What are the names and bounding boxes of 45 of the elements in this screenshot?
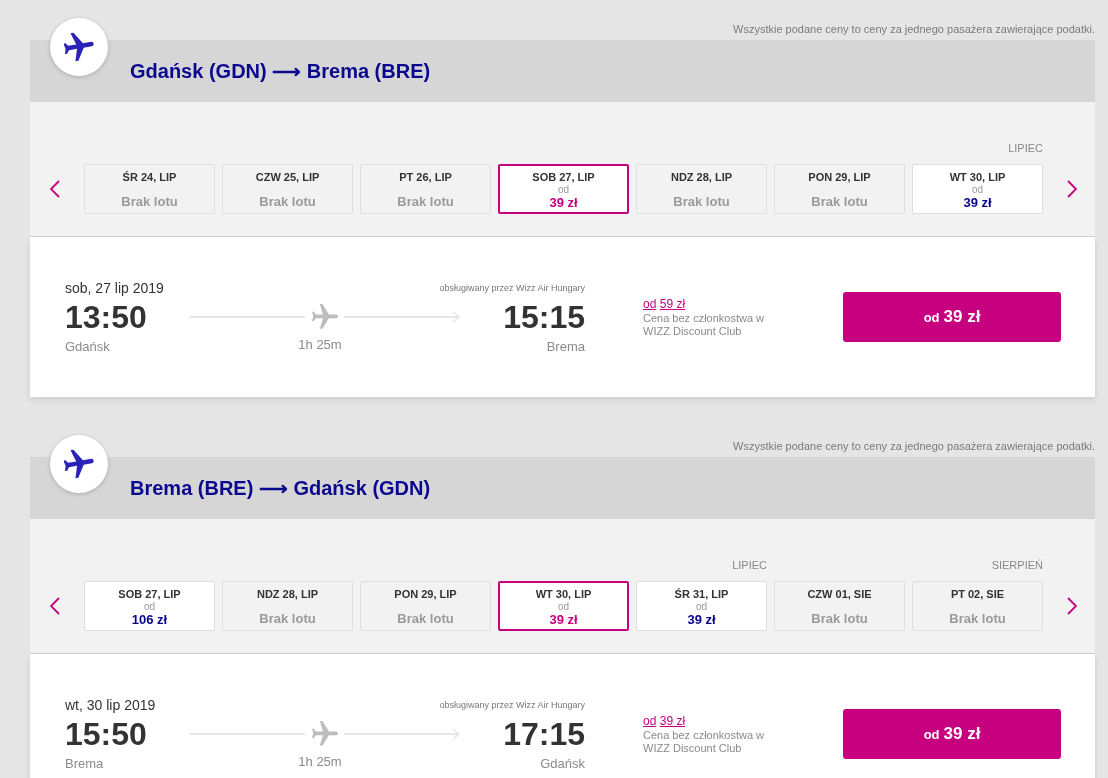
- fare-button[interactable]: od 39 zł: [843, 709, 1061, 759]
- plane-icon: [312, 721, 338, 747]
- month-label: SIERPIEŃ: [991, 558, 1043, 573]
- arrival-city: Brema: [546, 339, 585, 355]
- flight-duration: 1h 25m: [298, 337, 342, 353]
- club-price-link[interactable]: od 39 zł: [643, 713, 686, 729]
- route-title: Brema (BRE) ⟶ Gdańsk (GDN): [130, 476, 431, 501]
- month-label: LIPIEC: [732, 558, 767, 573]
- departure-time: 13:50: [65, 298, 147, 336]
- date-option[interactable]: SOB 27, LIP od 106 zł: [84, 581, 215, 631]
- date-option[interactable]: PON 29, LIP Brak lotu: [774, 164, 905, 214]
- club-price-note: Cena bez członkostwa w WIZZ Discount Club: [643, 311, 766, 338]
- date-option[interactable]: PT 02, SIE Brak lotu: [912, 581, 1043, 631]
- flight-date: sob, 27 lip 2019: [65, 279, 164, 297]
- departure-city: Gdańsk: [65, 339, 110, 355]
- date-option[interactable]: PON 29, LIP Brak lotu: [360, 581, 491, 631]
- date-option[interactable]: ŚR 24, LIP Brak lotu: [84, 164, 215, 214]
- departure-city: Brema: [65, 756, 104, 772]
- route-title: Gdańsk (GDN) ⟶ Brema (BRE): [130, 59, 431, 84]
- arrival-time: 17:15: [503, 715, 585, 753]
- arrival-city: Gdańsk: [540, 756, 585, 772]
- date-option[interactable]: NDZ 28, LIP Brak lotu: [222, 581, 353, 631]
- date-option[interactable]: PT 26, LIP Brak lotu: [360, 164, 491, 214]
- date-option[interactable]: NDZ 28, LIP Brak lotu: [636, 164, 767, 214]
- month-label: LIPIEC: [1008, 141, 1043, 156]
- operator-note: obsługiwany przez Wizz Air Hungary: [439, 282, 585, 294]
- date-option[interactable]: WT 30, LIP od 39 zł: [498, 581, 629, 631]
- flight-duration: 1h 25m: [298, 754, 342, 770]
- date-option[interactable]: ŚR 31, LIP od 39 zł: [636, 581, 767, 631]
- departure-time: 15:50: [65, 715, 147, 753]
- plane-icon: [50, 18, 108, 76]
- date-option[interactable]: WT 30, LIP od 39 zł: [912, 164, 1043, 214]
- plane-icon: [50, 435, 108, 493]
- fare-button[interactable]: od 39 zł: [843, 292, 1061, 342]
- date-option[interactable]: CZW 25, LIP Brak lotu: [222, 164, 353, 214]
- club-price-link[interactable]: od 59 zł: [643, 296, 686, 312]
- date-option[interactable]: CZW 01, SIE Brak lotu: [774, 581, 905, 631]
- price-note: Wszystkie podane ceny to ceny za jednego pasażera zawierające podatki.: [733, 439, 1095, 453]
- plane-icon: [312, 304, 338, 330]
- club-price-note: Cena bez członkostwa w WIZZ Discount Club: [643, 728, 766, 755]
- date-option[interactable]: SOB 27, LIP od 39 zł: [498, 164, 629, 214]
- arrival-time: 15:15: [503, 298, 585, 336]
- price-note: Wszystkie podane ceny to ceny za jednego pasażera zawierające podatki.: [733, 22, 1095, 36]
- flight-date: wt, 30 lip 2019: [65, 696, 156, 714]
- operator-note: obsługiwany przez Wizz Air Hungary: [439, 699, 585, 711]
